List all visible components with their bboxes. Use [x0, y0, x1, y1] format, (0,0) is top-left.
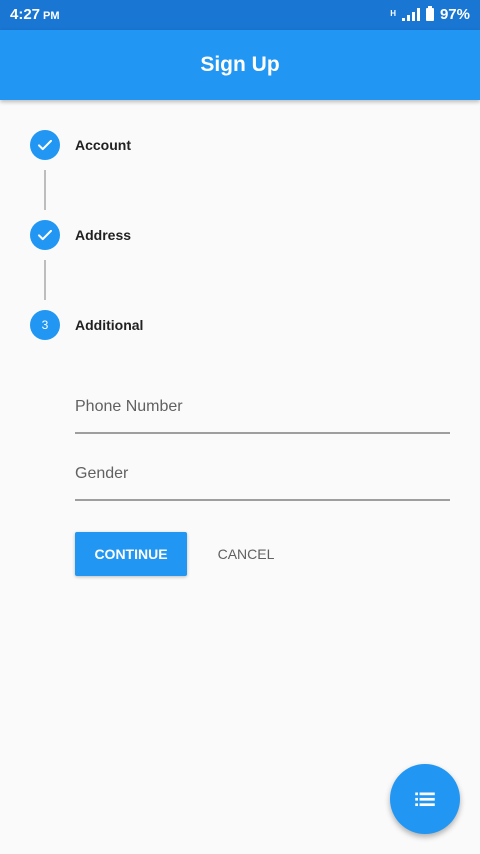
step-label: Address [75, 227, 132, 243]
status-indicators: H 97% [390, 6, 470, 23]
gender-field [75, 459, 450, 501]
cancel-button[interactable]: CANCEL [202, 532, 290, 576]
step-number-badge: 3 [30, 310, 60, 340]
phone-number-input[interactable] [75, 398, 450, 416]
signal-icon [401, 8, 420, 21]
app-bar: Sign Up [0, 30, 480, 100]
network-type-label: H [390, 9, 396, 18]
page-title: Sign Up [200, 53, 280, 76]
check-icon [30, 130, 60, 160]
step-connector [44, 260, 46, 300]
phone-number-field [75, 392, 450, 434]
status-time: 4:27 PM [10, 6, 60, 23]
step-address[interactable]: Address [30, 220, 131, 250]
step-label: Additional [75, 317, 144, 333]
continue-button[interactable]: CONTINUE [75, 532, 187, 576]
status-time-value: 4:27 [10, 6, 41, 23]
step-additional[interactable]: 3 Additional [30, 310, 143, 340]
check-icon [30, 220, 60, 250]
list-icon [415, 792, 435, 807]
step-connector [44, 170, 46, 210]
status-bar: 4:27 PM H 97% [0, 0, 480, 30]
gender-input[interactable] [75, 465, 450, 483]
step-account[interactable]: Account [30, 130, 131, 160]
fab-button[interactable] [390, 764, 460, 834]
step-label: Account [75, 137, 131, 153]
battery-icon [425, 6, 434, 21]
battery-percent: 97% [439, 6, 470, 23]
status-time-ampm: PM [43, 10, 60, 22]
